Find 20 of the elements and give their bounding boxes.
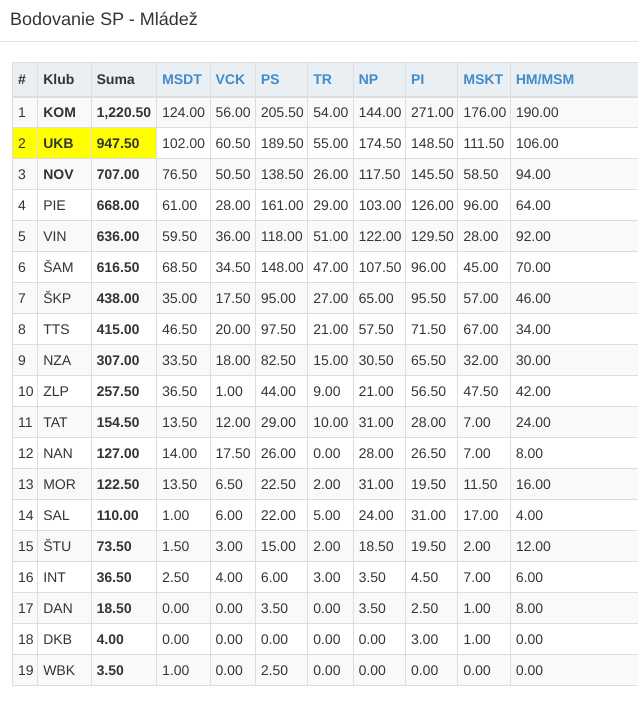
column-header: Suma bbox=[96, 70, 135, 87]
table-cell: 1.00 bbox=[156, 654, 210, 686]
table-cell: 2 bbox=[12, 128, 38, 158]
column-header: # bbox=[18, 70, 26, 87]
table-cell: 0.00 bbox=[210, 654, 256, 686]
column-header: Klub bbox=[43, 70, 74, 87]
column-header-link[interactable]: NP bbox=[358, 70, 378, 87]
table-cell: WBK bbox=[38, 654, 92, 686]
column-header-link[interactable]: PS bbox=[260, 70, 280, 87]
table-cell: 0.00 bbox=[406, 654, 458, 686]
table-cell: UKB bbox=[38, 128, 92, 158]
table-cell: 19 bbox=[12, 654, 38, 686]
page-title: Bodovanie SP - Mládež bbox=[10, 8, 198, 31]
column-header-link[interactable]: PI bbox=[411, 70, 424, 87]
table-cell: 0.00 bbox=[458, 654, 510, 686]
table-cell: 2.50 bbox=[255, 654, 308, 686]
table-cell: 0.00 bbox=[308, 654, 354, 686]
table-cell: 3.50 bbox=[91, 654, 157, 686]
table-cell: 947.50 bbox=[91, 128, 157, 158]
table-cell: 0.00 bbox=[353, 654, 406, 686]
